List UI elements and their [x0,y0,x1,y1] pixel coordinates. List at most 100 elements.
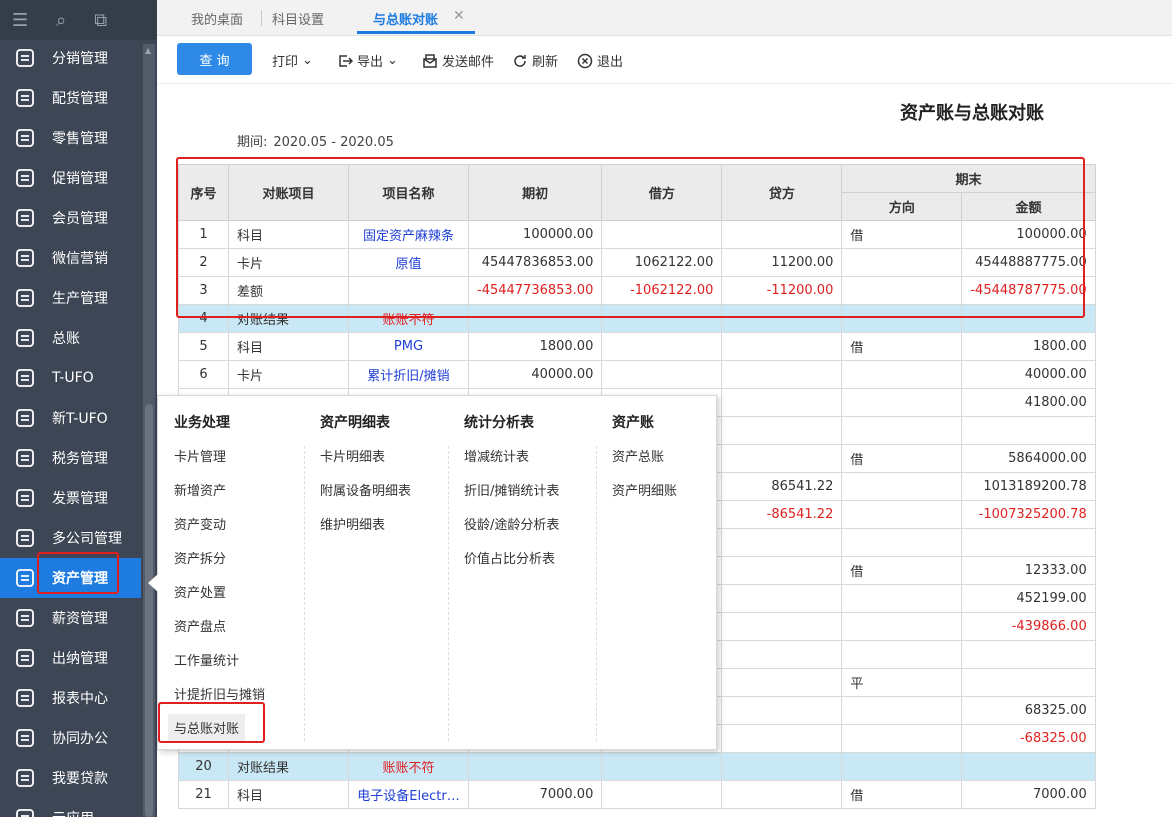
sidebar-item-2[interactable]: 零售管理 [0,118,141,158]
sidebar-item-10[interactable]: 税务管理 [0,438,141,478]
menu-panel-item[interactable]: 卡片明细表 [320,446,385,465]
menu-column-title: 统计分析表 [464,415,534,431]
menu-panel-item[interactable]: 价值占比分析表 [464,548,555,567]
sidebar-item-0[interactable]: 分销管理 [0,38,141,78]
table-row[interactable]: 4 对账结果 账账不符 [178,304,1096,333]
refresh-button[interactable]: 刷新 [512,51,558,70]
cell-debit [601,780,723,809]
table-row[interactable]: 5 科目 PMG 1800.00 借 1800.00 [178,332,1096,361]
sidebar-item-16[interactable]: 报表中心 [0,678,141,718]
sidebar-item-label: 多公司管理 [52,531,122,547]
cloud-icon [10,807,40,829]
cell-type: 卡片 [228,248,349,277]
menu-panel-item[interactable]: 新增资产 [174,480,226,499]
query-button[interactable]: 查 询 [177,43,252,75]
cell-credit [721,528,843,557]
sidebar-item-13[interactable]: 资产管理 [0,558,141,598]
menu-panel-item[interactable]: 折旧/摊销统计表 [464,480,559,499]
cell-name [348,276,469,305]
sidebar-item-label: T-UFO [52,370,94,386]
menu-icon[interactable]: ☰ [12,10,28,31]
cell-credit [721,220,843,249]
truck-icon [10,87,40,109]
cell-amount: 1800.00 [961,332,1096,361]
sidebar-item-11[interactable]: 发票管理 [0,478,141,518]
cell-credit [721,584,843,613]
panel-caret [148,574,158,592]
sidebar-item-8[interactable]: T-UFO [0,358,141,398]
menu-panel-item[interactable]: 卡片管理 [174,446,226,465]
cell-debit: -1062122.00 [601,276,723,305]
menu-panel-item[interactable]: 资产拆分 [174,548,226,567]
cell-dir [841,360,963,389]
menu-panel-item[interactable]: 资产盘点 [174,616,226,635]
sidebar-item-14[interactable]: 薪资管理 [0,598,141,638]
scroll-up-icon[interactable]: ▲ [145,46,151,55]
cell-amount: 45448887775.00 [961,248,1096,277]
tab-reconcile-gl[interactable]: 与总账对账 [373,9,438,28]
menu-panel-item[interactable]: 工作量统计 [174,650,239,669]
table-row[interactable]: 21 科目 电子设备Electr… 7000.00 借 7000.00 [178,780,1096,809]
cell-dir [841,276,963,305]
sidebar-item-6[interactable]: 生产管理 [0,278,141,318]
close-icon[interactable]: ✕ [453,8,465,24]
table-row[interactable]: 6 卡片 累计折旧/摊销 40000.00 40000.00 [178,360,1096,389]
sidebar-item-19[interactable]: 云应用 [0,798,141,838]
cell-no: 4 [178,304,229,333]
menu-panel-item[interactable]: 资产总账 [612,446,664,465]
print-button[interactable]: 打印 ⌄ [272,51,313,70]
sidebar-item-4[interactable]: 会员管理 [0,198,141,238]
menu-column-title: 业务处理 [174,415,230,431]
report-title: 资产账与总账对账 [900,103,1044,124]
sidebar-item-3[interactable]: 促销管理 [0,158,141,198]
cell-credit [721,668,843,697]
menu-panel-item[interactable]: 资产明细账 [612,480,677,499]
cell-amount: 7000.00 [961,780,1096,809]
sidebar-item-9[interactable]: 新T-UFO [0,398,141,438]
megaphone-icon [10,167,40,189]
cell-credit: 86541.22 [721,472,843,501]
add-window-icon[interactable]: ⧉ [94,10,107,31]
store-icon [10,127,40,149]
sidebar-item-17[interactable]: 协同办公 [0,718,141,758]
period-label: 期间: [237,135,268,150]
menu-panel-item[interactable]: 资产变动 [174,514,226,533]
menu-panel-item[interactable]: 维护明细表 [320,514,385,533]
scrollbar-thumb[interactable] [145,404,153,817]
sidebar-item-15[interactable]: 出纳管理 [0,638,141,678]
menu-panel-item[interactable]: 资产处置 [174,582,226,601]
tab-divider [261,10,262,26]
member-card-icon [10,207,40,229]
sidebar-item-label: 云应用 [52,811,94,827]
cell-name: 累计折旧/摊销 [348,360,469,389]
menu-panel-item[interactable]: 役龄/途龄分析表 [464,514,559,533]
sidebar-item-12[interactable]: 多公司管理 [0,518,141,558]
menu-panel-item[interactable]: 增减统计表 [464,446,529,465]
tab-my-desktop[interactable]: 我的桌面 [191,9,243,28]
cell-credit [721,612,843,641]
table-row[interactable]: 1 科目 固定资产麻辣条 100000.00 借 100000.00 [178,220,1096,249]
sidebar-item-5[interactable]: 微信营销 [0,238,141,278]
tax-icon [10,447,40,469]
search-icon[interactable]: ⌕ [56,10,66,31]
export-button[interactable]: 导出 ⌄ [337,51,398,70]
cell-dir: 平 [841,668,963,697]
send-email-button[interactable]: 发送邮件 [422,51,494,70]
sidebar-scrollbar[interactable]: ▲ [143,44,155,817]
menu-panel-item[interactable]: 与总账对账 [168,714,246,741]
cell-dir [841,640,963,669]
cell-dir [841,696,963,725]
table-row[interactable]: 3 差额 -45447736853.00 -1062122.00 -11200.00 -4… [178,276,1096,305]
table-row[interactable]: 2 卡片 原值 45447836853.00 1062122.00 11200.00 454… [178,248,1096,277]
sidebar-item-1[interactable]: 配货管理 [0,78,141,118]
cell-dir: 借 [841,556,963,585]
exit-button[interactable]: 退出 [577,51,623,70]
table-row[interactable]: 20 对账结果 账账不符 [178,752,1096,781]
tab-account-settings[interactable]: 科目设置 [272,9,324,28]
menu-panel-item[interactable]: 附属设备明细表 [320,480,411,499]
sidebar-item-7[interactable]: 总账 [0,318,141,358]
cell-name: PMG [348,332,469,361]
menu-panel-item[interactable]: 计提折旧与摊销 [174,684,265,703]
sidebar-item-label: 报表中心 [52,691,108,707]
sidebar-item-18[interactable]: 我要贷款 [0,758,141,798]
